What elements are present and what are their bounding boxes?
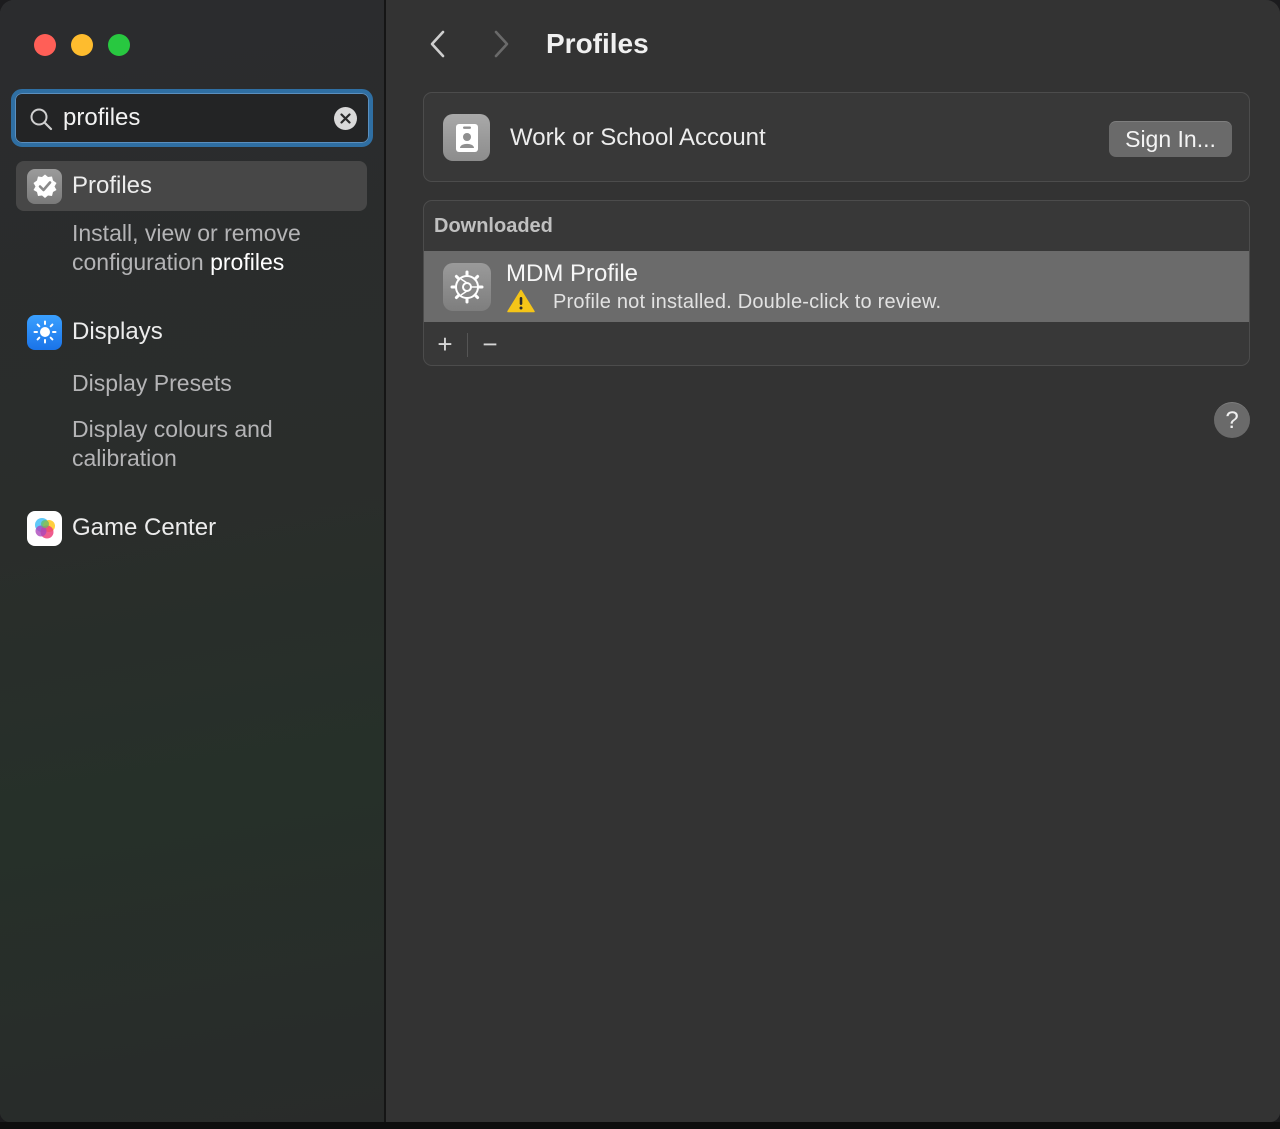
zoom-window-button[interactable] [108, 34, 130, 56]
clear-x-icon [340, 113, 351, 124]
sidebar-item-label: Game Center [72, 514, 217, 541]
work-account-label: Work or School Account [510, 124, 766, 151]
sidebar-item-game-center[interactable]: Game Center [16, 503, 367, 553]
close-window-button[interactable] [34, 34, 56, 56]
sidebar-item-displays[interactable]: Displays [16, 307, 367, 357]
downloaded-header: Downloaded [434, 215, 553, 237]
toolbar-divider [467, 333, 468, 357]
warning-triangle-icon [507, 289, 535, 313]
magnifying-glass-icon [30, 108, 53, 131]
sidebar-item-label: Displays [72, 318, 163, 345]
minimize-window-button[interactable] [71, 34, 93, 56]
sign-in-button[interactable]: Sign In... [1109, 121, 1232, 157]
chevron-left-icon [430, 30, 445, 58]
sun-icon [27, 314, 62, 350]
game-center-icon [27, 510, 62, 546]
page-title: Profiles [546, 28, 649, 59]
gear-icon [443, 263, 491, 311]
forward-button[interactable] [486, 28, 516, 60]
main-pane: Profiles Work or School Account Sign In.… [388, 0, 1280, 1122]
work-account-card: Work or School Account Sign In... [423, 92, 1250, 182]
sidebar: Profiles Install, view or remove configu… [0, 0, 386, 1122]
sidebar-subitem-profiles-description[interactable]: Install, view or remove configuration pr… [72, 219, 384, 277]
sidebar-subitem-display-colours[interactable]: Display colours and calibration [72, 415, 332, 473]
id-badge-icon [443, 114, 490, 161]
chevron-right-icon [494, 30, 509, 58]
help-button[interactable]: ? [1214, 402, 1250, 438]
profile-name: MDM Profile [506, 260, 639, 287]
checkmark-seal-icon [27, 168, 62, 204]
sidebar-subitem-display-presets[interactable]: Display Presets [72, 369, 232, 398]
clear-search-button[interactable] [334, 107, 357, 130]
sidebar-item-profiles[interactable]: Profiles [16, 161, 367, 211]
remove-profile-button[interactable]: − [476, 329, 504, 359]
search-input[interactable] [63, 102, 323, 134]
back-button[interactable] [423, 28, 453, 60]
downloaded-profiles-card: Downloaded MDM Profile Profile not insta… [423, 200, 1250, 366]
desktop-edge [0, 1122, 1280, 1129]
add-profile-button[interactable]: + [431, 329, 459, 359]
settings-window: Profiles Install, view or remove configu… [0, 0, 1280, 1122]
subitem-match-highlight: profiles [210, 249, 285, 275]
profile-row-mdm[interactable]: MDM Profile Profile not installed. Doubl… [424, 251, 1249, 322]
search-field[interactable] [11, 89, 373, 147]
window-controls [34, 34, 130, 56]
profile-status-text: Profile not installed. Double-click to r… [553, 291, 942, 313]
profile-list-toolbar: + − [424, 322, 1249, 365]
sidebar-item-label: Profiles [72, 172, 153, 199]
